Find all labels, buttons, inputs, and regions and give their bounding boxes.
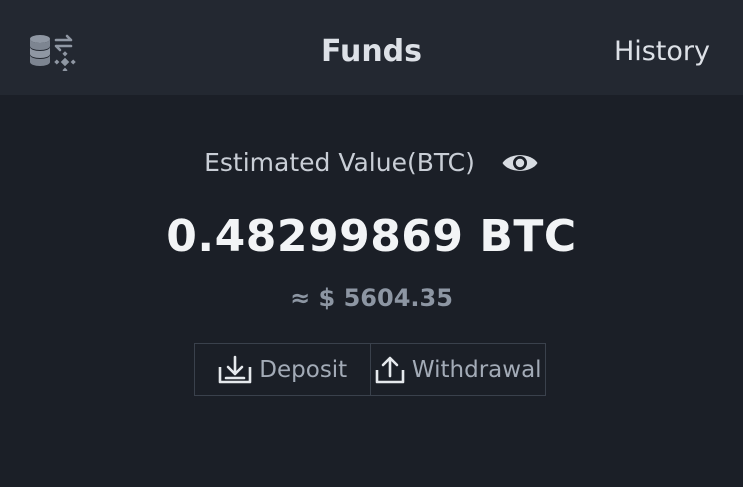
estimated-value-row: Estimated Value(BTC)	[0, 143, 743, 183]
deposit-button[interactable]: Deposit	[195, 344, 370, 395]
estimated-value-label: Estimated Value(BTC)	[204, 148, 475, 177]
coins-exchange-icon[interactable]	[28, 33, 80, 73]
usd-equivalent: ≈ $ 5604.35	[290, 284, 453, 312]
btc-balance: 0.48299869 BTC	[166, 211, 577, 262]
upload-tray-icon	[374, 355, 406, 385]
eye-icon[interactable]	[501, 150, 539, 176]
deposit-label: Deposit	[259, 356, 348, 383]
top-bar: Funds History	[0, 0, 743, 95]
history-link[interactable]: History	[614, 34, 710, 70]
withdrawal-label: Withdrawal	[411, 356, 542, 383]
action-buttons: Deposit Withdrawal	[194, 343, 546, 396]
withdrawal-button[interactable]: Withdrawal	[369, 344, 546, 395]
download-tray-icon	[217, 355, 253, 385]
